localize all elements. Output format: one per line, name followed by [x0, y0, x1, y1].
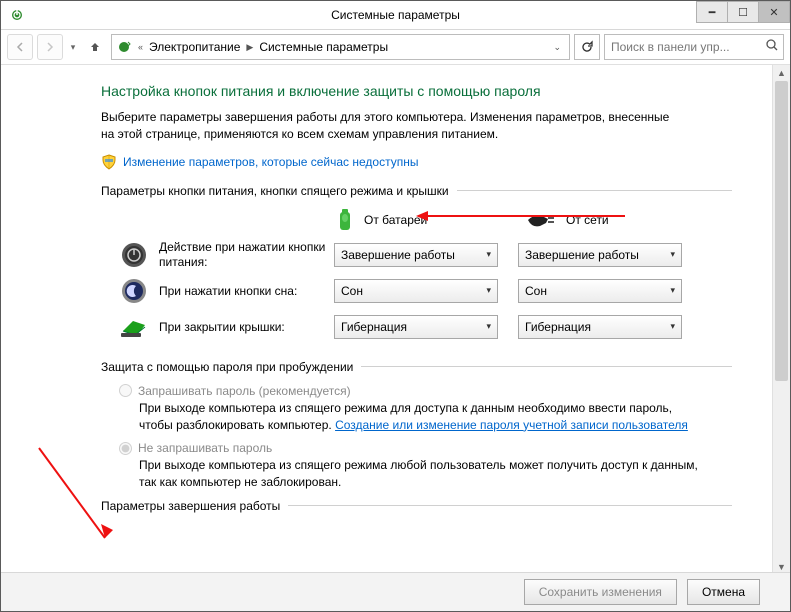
- plug-icon: [526, 211, 556, 229]
- power-button-label: Действие при нажатии кнопки питания:: [159, 240, 334, 269]
- power-options-icon: [116, 39, 132, 55]
- search-icon: [765, 38, 779, 52]
- sleep-button-battery-select[interactable]: Сон▾: [334, 279, 498, 303]
- lid-close-ac-select[interactable]: Гибернация▾: [518, 315, 682, 339]
- lid-close-label: При закрытии крышки:: [159, 320, 334, 334]
- require-password-radio: Запрашивать пароль (рекомендуется): [119, 384, 762, 398]
- sleep-button-ac-select[interactable]: Сон▾: [518, 279, 682, 303]
- scroll-thumb[interactable]: [775, 81, 788, 381]
- no-password-label: Не запрашивать пароль: [138, 441, 272, 455]
- create-password-link[interactable]: Создание или изменение пароля учетной за…: [335, 418, 688, 432]
- navigation-bar: ▾ « Электропитание ▶ Системные параметры…: [1, 30, 790, 65]
- lid-close-row: При закрытии крышки: Гибернация▾ Гиберна…: [119, 312, 762, 342]
- power-sources-row: От батареи От сети: [336, 208, 762, 232]
- back-button[interactable]: [7, 34, 33, 60]
- page-description: Выберите параметры завершения работы для…: [101, 109, 682, 144]
- vertical-scrollbar[interactable]: ▲ ▼: [772, 65, 790, 575]
- titlebar: Системные параметры ━ ☐ ✕: [1, 1, 790, 30]
- no-password-desc: При выходе компьютера из спящего режима …: [139, 457, 702, 491]
- window-controls: ━ ☐ ✕: [697, 1, 790, 23]
- ac-source: От сети: [526, 208, 676, 232]
- chevron-down-icon: ▾: [670, 285, 675, 296]
- address-dropdown[interactable]: ⌄: [549, 42, 565, 53]
- system-settings-window: Системные параметры ━ ☐ ✕ ▾ « Электропит…: [0, 0, 791, 612]
- forward-button[interactable]: [37, 34, 63, 60]
- address-bar[interactable]: « Электропитание ▶ Системные параметры ⌄: [111, 34, 570, 60]
- history-dropdown[interactable]: ▾: [67, 42, 79, 53]
- search-input[interactable]: Поиск в панели упр...: [604, 34, 784, 60]
- power-button-row: Действие при нажатии кнопки питания: Зав…: [119, 240, 762, 270]
- chevron-down-icon: ▾: [486, 285, 491, 296]
- chevron-down-icon: ▾: [670, 249, 675, 260]
- footer: Сохранить изменения Отмена: [1, 572, 790, 611]
- minimize-button[interactable]: ━: [696, 1, 728, 23]
- breadcrumb-guillemet: «: [138, 42, 143, 52]
- change-unavailable-label[interactable]: Изменение параметров, которые сейчас нед…: [123, 155, 419, 169]
- breadcrumb-item[interactable]: Электропитание: [149, 40, 240, 54]
- laptop-lid-icon: [119, 312, 149, 342]
- up-button[interactable]: [83, 35, 107, 59]
- search-placeholder: Поиск в панели упр...: [611, 40, 730, 54]
- window-title: Системные параметры: [1, 8, 790, 22]
- chevron-down-icon: ▾: [486, 321, 491, 332]
- breadcrumb-item[interactable]: Системные параметры: [259, 40, 388, 54]
- annotation-arrow-2: [27, 442, 117, 552]
- no-password-input: [119, 442, 132, 455]
- section-shutdown-label: Параметры завершения работы: [101, 499, 280, 513]
- no-password-radio: Не запрашивать пароль: [119, 441, 762, 455]
- battery-icon: [336, 208, 354, 232]
- require-password-input: [119, 384, 132, 397]
- section-password-header: Защита с помощью пароля при пробуждении: [101, 360, 762, 374]
- change-unavailable-settings-link[interactable]: Изменение параметров, которые сейчас нед…: [101, 154, 762, 170]
- require-password-desc: При выходе компьютера из спящего режима …: [139, 400, 702, 434]
- power-button-battery-select[interactable]: Завершение работы▾: [334, 243, 498, 267]
- lid-close-battery-select[interactable]: Гибернация▾: [334, 315, 498, 339]
- content-area: Настройка кнопок питания и включение защ…: [1, 65, 790, 611]
- sleep-button-label: При нажатии кнопки сна:: [159, 284, 334, 298]
- refresh-button[interactable]: [574, 34, 600, 60]
- breadcrumb-separator: ▶: [246, 42, 253, 53]
- maximize-button[interactable]: ☐: [727, 1, 759, 23]
- section-password-label: Защита с помощью пароля при пробуждении: [101, 360, 353, 374]
- save-button[interactable]: Сохранить изменения: [524, 579, 677, 605]
- battery-source: От батареи: [336, 208, 486, 232]
- sleep-button-row: При нажатии кнопки сна: Сон▾ Сон▾: [119, 276, 762, 306]
- annotation-arrow-1: [425, 215, 625, 217]
- power-button-ac-select[interactable]: Завершение работы▾: [518, 243, 682, 267]
- section-shutdown-header: Параметры завершения работы: [101, 499, 762, 513]
- shield-icon: [101, 154, 117, 170]
- chevron-down-icon: ▾: [486, 249, 491, 260]
- power-button-icon: [119, 240, 149, 270]
- cancel-button[interactable]: Отмена: [687, 579, 760, 605]
- close-button[interactable]: ✕: [758, 1, 790, 23]
- annotation-arrowhead-1: [416, 211, 428, 221]
- sleep-button-icon: [119, 276, 149, 306]
- chevron-down-icon: ▾: [670, 321, 675, 332]
- section-buttons-header: Параметры кнопки питания, кнопки спящего…: [101, 184, 762, 198]
- scroll-up-arrow[interactable]: ▲: [773, 65, 790, 81]
- section-buttons-label: Параметры кнопки питания, кнопки спящего…: [101, 184, 449, 198]
- require-password-label: Запрашивать пароль (рекомендуется): [138, 384, 351, 398]
- page-title: Настройка кнопок питания и включение защ…: [101, 83, 762, 99]
